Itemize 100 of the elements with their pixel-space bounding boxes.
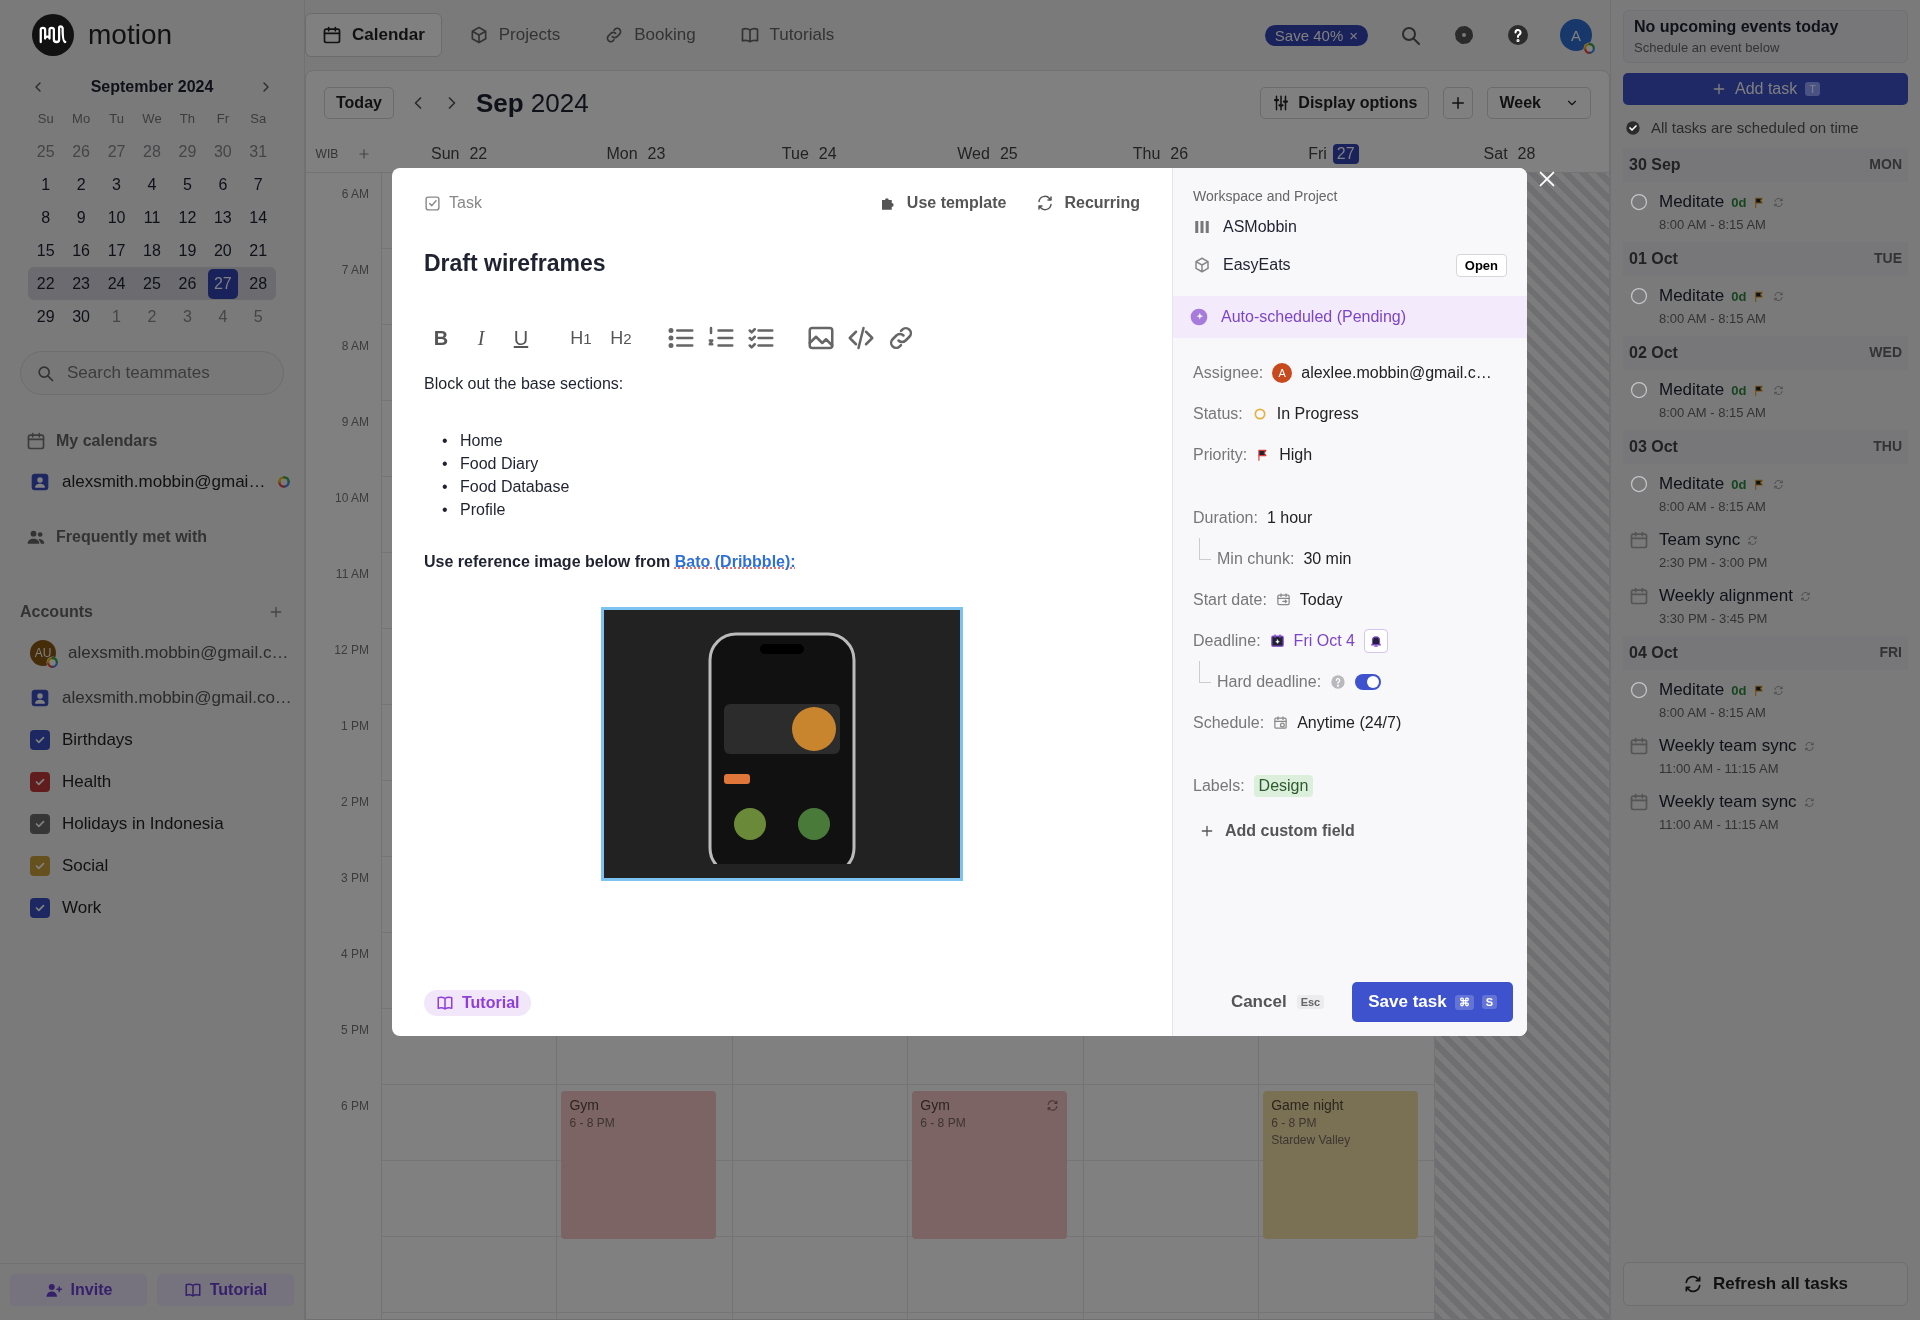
agenda-item-title[interactable]: Weekly team sync (1659, 792, 1797, 812)
teammate-search-input[interactable]: Search teammates (65, 362, 265, 384)
checkbox[interactable] (30, 898, 50, 918)
calendar-name[interactable]: Work (62, 898, 102, 918)
calendar-day[interactable]: 18 (137, 235, 167, 266)
account-email[interactable]: alexsmith.mobbin@gmail.c… (68, 643, 289, 663)
nav-tab[interactable]: Booking (587, 13, 713, 57)
calendar-event[interactable]: Gym 6 - 8 PM (561, 1091, 716, 1239)
nav-tab[interactable]: Tutorials (722, 13, 852, 57)
cancel-button[interactable]: Cancel Esc (1224, 991, 1331, 1013)
calendar-day[interactable]: 7 (243, 169, 274, 200)
checkbox[interactable] (30, 772, 50, 792)
auto-schedule-bar[interactable]: Auto-scheduled (Pending) (1173, 296, 1527, 338)
calendar-day[interactable]: 2 (66, 169, 97, 200)
calendar-account[interactable]: alexsmith.mobbin@gmai… (62, 472, 266, 492)
label-tag[interactable]: Design (1253, 774, 1314, 797)
agenda-item-title[interactable]: Meditate (1659, 192, 1725, 212)
calendar-day[interactable]: 25 (137, 268, 167, 299)
agenda-item-title[interactable]: Meditate (1659, 680, 1725, 700)
format-button[interactable]: I (464, 323, 498, 353)
task-title[interactable]: Draft wireframes (424, 250, 1140, 277)
calendar-day[interactable]: 26 (172, 268, 203, 299)
calendar-day[interactable]: 20 (207, 235, 238, 266)
add-icon[interactable] (268, 604, 284, 620)
add-custom-field-button[interactable]: Add custom field (1193, 818, 1361, 844)
reference-link[interactable]: Bato (Dribbble): (674, 553, 796, 570)
calendar-day[interactable]: 29 (30, 301, 61, 332)
field-value[interactable]: Fri Oct 4 (1293, 631, 1355, 650)
discount-badge[interactable]: Save 40% × (1264, 24, 1368, 46)
today-button[interactable]: Today (324, 87, 394, 119)
add-button[interactable] (1443, 87, 1474, 119)
recurring-button[interactable]: Recurring (1036, 194, 1140, 212)
calendar-day[interactable]: 21 (243, 235, 274, 266)
search-field[interactable]: Search teammates (20, 351, 284, 395)
calendar-day[interactable]: 23 (66, 268, 97, 299)
task-checkbox-icon[interactable] (1629, 380, 1649, 400)
task-checkbox-icon[interactable] (1629, 192, 1649, 212)
task-checkbox-icon[interactable] (1629, 474, 1649, 494)
calendar-day[interactable]: 3 (101, 169, 132, 200)
section-title[interactable]: Frequently met with (56, 528, 208, 546)
agenda-item-title[interactable]: Team sync (1659, 530, 1741, 550)
task-checkbox-icon[interactable] (1629, 680, 1649, 700)
calendar-day[interactable]: 4 (137, 169, 167, 200)
project-name[interactable]: EasyEats (1223, 256, 1291, 273)
account-email[interactable]: alexsmith.mobbin@gmail.co… (62, 688, 292, 708)
use-template-button[interactable]: Use template (878, 194, 1007, 212)
reminder-button[interactable] (1363, 628, 1388, 653)
checkbox[interactable] (30, 730, 50, 750)
field-value[interactable]: alexlee.mobbin@gmail.c… (1301, 363, 1492, 382)
calendar-event[interactable]: Game night 6 - 8 PM Stardew Valley (1263, 1091, 1418, 1239)
calendar-day[interactable]: 28 (243, 268, 274, 299)
calendar-day[interactable]: 10 (101, 202, 132, 233)
nav-tab[interactable]: Projects (451, 13, 578, 57)
calendar-day[interactable]: 13 (207, 202, 238, 233)
nav-tab[interactable]: Calendar (305, 13, 442, 57)
field-value[interactable]: In Progress (1276, 404, 1359, 423)
calendar-event[interactable]: Gym 6 - 8 PM (912, 1091, 1067, 1239)
calendar-day[interactable]: 24 (101, 268, 132, 299)
refresh-button[interactable]: Refresh all tasks (1623, 1262, 1908, 1306)
calendar-day[interactable]: 15 (30, 235, 61, 266)
agenda-item-title[interactable]: Meditate (1659, 380, 1725, 400)
checkbox[interactable] (30, 856, 50, 876)
field-value[interactable]: 1 hour (1266, 508, 1313, 527)
field-value[interactable]: 30 min (1303, 549, 1352, 568)
calendar-day[interactable]: 12 (172, 202, 203, 233)
profile-avatar[interactable]: A (1560, 19, 1592, 51)
calendar-name[interactable]: Health (62, 772, 112, 792)
calendar-day[interactable]: 5 (172, 169, 203, 200)
calendar-day[interactable]: 9 (66, 202, 97, 233)
field-value[interactable]: High (1279, 445, 1313, 464)
calendar-day[interactable]: 11 (137, 202, 167, 233)
agenda-item-title[interactable]: Weekly team sync (1659, 736, 1797, 756)
tutorial-button[interactable]: Tutorial (157, 1274, 294, 1306)
calendar-day[interactable]: 30 (66, 301, 97, 332)
agenda-item-title[interactable]: Meditate (1659, 474, 1725, 494)
agenda-item-title[interactable]: Weekly alignment (1659, 586, 1793, 606)
calendar-name[interactable]: Birthdays (62, 730, 133, 750)
toggle-switch[interactable] (1355, 673, 1382, 690)
open-button[interactable]: Open (1455, 253, 1507, 277)
calendar-day[interactable]: 6 (207, 169, 238, 200)
format-button[interactable]: B (424, 323, 458, 353)
calendar-day[interactable]: 8 (30, 202, 61, 233)
format-button[interactable]: U (504, 323, 538, 353)
calendar-day[interactable]: 17 (101, 235, 132, 266)
calendar-day[interactable]: 22 (30, 268, 61, 299)
help-icon[interactable] (1506, 23, 1530, 47)
calendar-day[interactable]: 16 (66, 235, 97, 266)
calendar-day[interactable]: 27 (207, 268, 238, 299)
tutorial-button[interactable]: Tutorial (424, 990, 532, 1016)
calendar-day[interactable]: 19 (172, 235, 203, 266)
workspace-name[interactable]: ASMobbin (1223, 218, 1297, 236)
calendar-name[interactable]: Holidays in Indonesia (62, 814, 224, 834)
task-checkbox-icon[interactable] (1629, 286, 1649, 306)
invite-button[interactable]: Invite (10, 1274, 147, 1306)
agenda-item-title[interactable]: Meditate (1659, 286, 1725, 306)
save-task-button[interactable]: Save task ⌘ S (1352, 982, 1513, 1022)
calendar-day[interactable]: 14 (243, 202, 274, 233)
view-dropdown[interactable]: Week (1487, 87, 1591, 119)
field-value[interactable]: Today (1299, 590, 1343, 609)
field-value[interactable]: Anytime (24/7) (1297, 713, 1402, 732)
